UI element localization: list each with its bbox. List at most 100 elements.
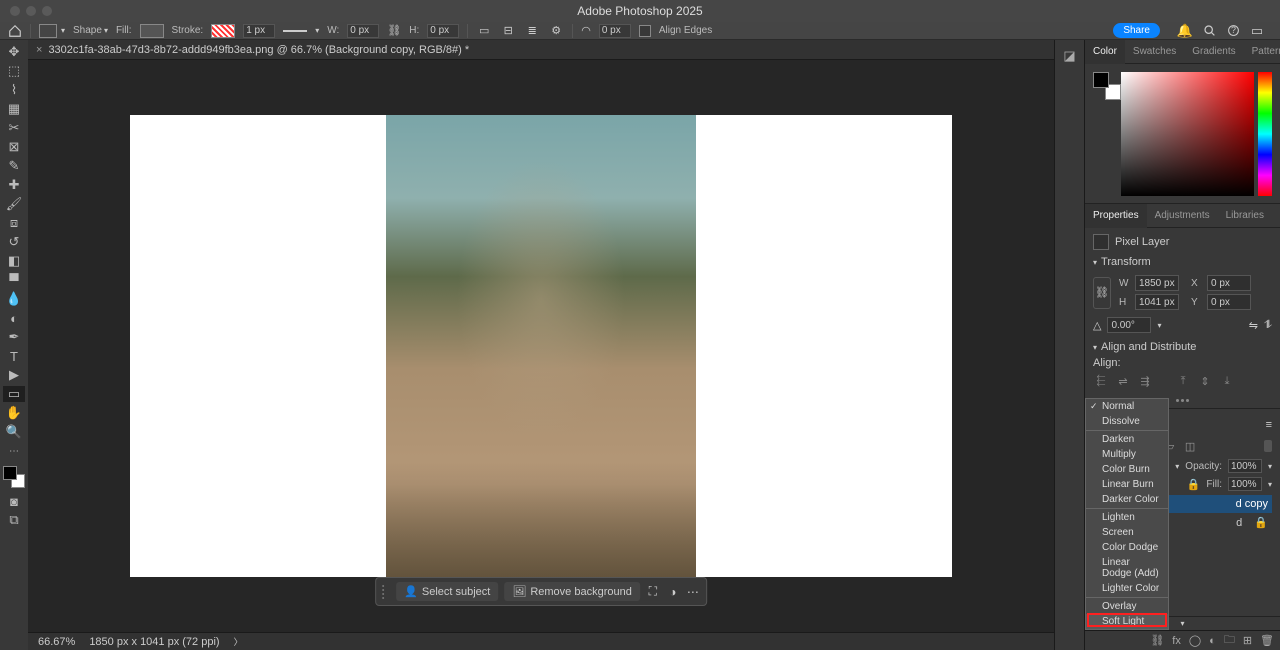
opacity-input[interactable] [1228,459,1262,473]
history-brush-tool[interactable]: ↺ [3,234,25,250]
blend-colordodge[interactable]: Color Dodge [1086,540,1168,555]
zoom-window[interactable] [42,6,52,16]
workspace-icon[interactable]: ▭ [1250,24,1264,38]
close-window[interactable] [10,6,20,16]
blend-darken[interactable]: Darken [1086,432,1168,447]
fill-swatch[interactable] [140,24,164,38]
group-icon[interactable]: 🗀 [1224,631,1235,650]
align-top-icon[interactable]: ⤒ [1175,373,1191,389]
transform-x[interactable] [1207,275,1251,291]
crop-tool[interactable]: ✂ [3,120,25,136]
blend-darkercolor[interactable]: Darker Color [1086,492,1168,507]
tool-mode-dropdown[interactable]: Shape ▾ [73,25,108,36]
eyedropper-tool[interactable]: ✎ [3,158,25,174]
gear-icon[interactable]: ⚙ [548,24,564,38]
align-left-icon[interactable]: ⬱ [1093,373,1109,389]
mask-icon[interactable]: ◯ [1189,634,1201,647]
align-bottom-icon[interactable]: ⤓ [1219,373,1235,389]
zoom-tool[interactable]: 🔍 [3,424,25,440]
width-input[interactable] [347,24,379,38]
hand-tool[interactable]: ✋ [3,405,25,421]
link-layers-icon[interactable]: ⛓ [1150,634,1164,647]
blend-mode-menu[interactable]: Normal Dissolve Darken Multiply Color Bu… [1085,398,1169,630]
blend-lightercolor[interactable]: Lighter Color [1086,581,1168,596]
lasso-tool[interactable]: ⌇ [3,82,25,98]
align-section[interactable]: ▾Align and Distribute [1093,341,1272,353]
window-controls[interactable] [10,6,52,16]
delete-icon[interactable]: 🗑 [1260,634,1274,647]
new-layer-icon[interactable]: ⊞ [1243,634,1252,647]
home-icon[interactable] [8,24,22,38]
lock-all-icon[interactable]: 🔒 [1187,478,1201,491]
share-button[interactable]: Share [1113,23,1160,38]
transform-h[interactable] [1135,294,1179,310]
path-ops-icon[interactable]: ▭ [476,24,492,38]
path-select-tool[interactable]: ▶ [3,367,25,383]
canvas-area[interactable]: 👤 Select subject 🖼 Remove background ⛶ ◑… [28,60,1054,632]
tab-color[interactable]: Color [1085,40,1125,64]
gradient-tool[interactable]: ▀ [3,272,25,288]
fg-bg-colors[interactable] [3,466,25,488]
hue-slider[interactable] [1258,72,1272,196]
rectangle-tool[interactable]: ▭ [3,386,25,402]
document-canvas[interactable] [130,115,952,577]
screen-mode-icon[interactable]: ⧉ [3,512,25,528]
blend-dissolve[interactable]: Dissolve [1086,414,1168,429]
blend-lighten[interactable]: Lighten [1086,510,1168,525]
object-select-tool[interactable]: ▦ [3,101,25,117]
blur-tool[interactable]: 💧 [3,291,25,307]
fg-bg-swatch[interactable] [1093,72,1115,94]
transform-icon[interactable]: ⛶ [646,585,660,599]
stroke-style[interactable] [283,30,307,32]
minimize-window[interactable] [26,6,36,16]
search-icon[interactable] [1202,24,1216,38]
height-input[interactable] [427,24,459,38]
blend-screen[interactable]: Screen [1086,525,1168,540]
shape-preview[interactable] [39,24,57,38]
fill-input[interactable] [1228,477,1262,491]
tab-adjustments[interactable]: Adjustments [1147,204,1218,228]
color-field[interactable] [1121,72,1254,196]
filter-smart-icon[interactable]: ◫ [1183,439,1197,453]
link-dimensions-icon[interactable]: ⛓ [1093,277,1111,309]
tab-swatches[interactable]: Swatches [1125,40,1184,64]
tab-libraries[interactable]: Libraries [1218,204,1272,228]
stamp-tool[interactable]: ⧈ [3,215,25,231]
select-subject-button[interactable]: 👤 Select subject [396,582,498,601]
align-vcenter-icon[interactable]: ⇕ [1197,373,1213,389]
blend-linearburn[interactable]: Linear Burn [1086,477,1168,492]
flip-h-icon[interactable]: ⇋ [1249,319,1258,332]
path-align-icon[interactable]: ⊟ [500,24,516,38]
adjust-icon[interactable]: ◑ [666,585,680,599]
chevron-down-icon[interactable]: ▾ [1180,619,1184,628]
link-wh-icon[interactable]: ⛓ [387,24,401,37]
transform-y[interactable] [1207,294,1251,310]
stroke-swatch[interactable] [211,24,235,38]
align-hcenter-icon[interactable]: ⇌ [1115,373,1131,389]
transform-section[interactable]: ▾Transform [1093,256,1272,268]
dodge-tool[interactable]: ◐ [3,310,25,326]
notifications-icon[interactable]: 🔔 [1178,24,1192,38]
eraser-tool[interactable]: ◧ [3,253,25,269]
drag-handle-icon[interactable] [382,582,388,601]
heal-tool[interactable]: ✚ [3,177,25,193]
close-tab-icon[interactable]: × [36,44,42,56]
stroke-width-input[interactable] [243,24,275,38]
blend-softlight[interactable]: Soft Light [1086,614,1168,629]
transform-w[interactable] [1135,275,1179,291]
edit-toolbar[interactable]: ⋯ [3,443,25,459]
brush-tool[interactable]: 🖌 [3,196,25,212]
align-right-icon[interactable]: ⇶ [1137,373,1153,389]
marquee-tool[interactable]: ⬚ [3,63,25,79]
document-tab[interactable]: × 3302c1fa-38ab-47d3-8b72-addd949fb3ea.p… [36,44,469,56]
type-tool[interactable]: T [3,348,25,364]
tab-properties[interactable]: Properties [1085,204,1147,228]
tab-patterns[interactable]: Patterns [1244,40,1280,64]
quick-mask-icon[interactable]: ◙ [3,493,25,509]
path-arrange-icon[interactable]: ≣ [524,24,540,38]
help-icon[interactable]: ? [1226,24,1240,38]
blend-multiply[interactable]: Multiply [1086,447,1168,462]
flip-v-icon[interactable]: ⥮ [1264,319,1272,332]
panel-toggle-icon[interactable]: ◪ [1063,48,1075,650]
tab-gradients[interactable]: Gradients [1184,40,1243,64]
